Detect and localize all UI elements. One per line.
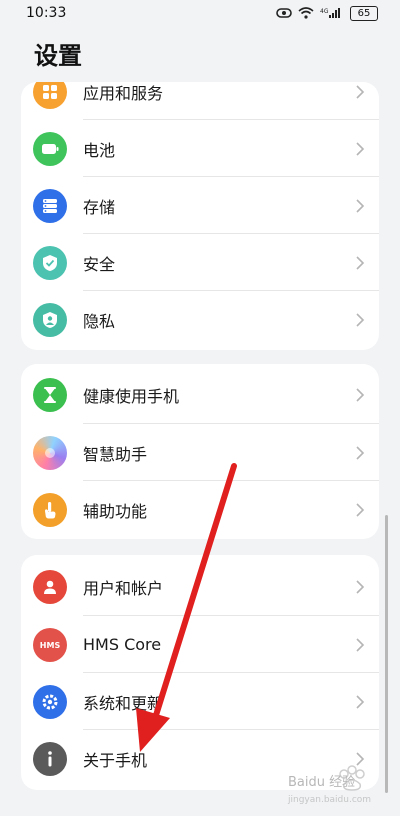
assistant-icon: [33, 435, 67, 470]
baidu-watermark: Baidu 经验 jingyan.baidu.com: [280, 760, 390, 808]
watermark-sub: jingyan.baidu.com: [287, 795, 371, 805]
battery-icon: [33, 131, 67, 166]
settings-item-label: 用户和帐户: [83, 578, 164, 598]
user-icon: [33, 569, 67, 604]
settings-item-apps-services[interactable]: 应用和服务: [21, 82, 379, 120]
settings-item-digital-balance[interactable]: 健康使用手机: [21, 366, 379, 423]
settings-item-battery[interactable]: 电池: [21, 120, 379, 177]
chevron-right-icon: [356, 445, 365, 460]
status-bar: 10:33 4G 65: [0, 0, 400, 26]
chevron-right-icon: [356, 637, 365, 652]
settings-item-security[interactable]: 安全: [21, 234, 379, 291]
apps-icon: [33, 82, 67, 109]
chevron-right-icon: [356, 141, 365, 156]
settings-item-label: 电池: [83, 140, 116, 160]
storage-icon: [33, 188, 67, 223]
settings-item-users-accounts[interactable]: 用户和帐户: [21, 558, 379, 615]
chevron-right-icon: [356, 502, 365, 517]
info-icon: [33, 741, 67, 776]
battery-indicator: 65: [350, 5, 378, 21]
accessibility-icon: [33, 492, 67, 527]
settings-item-system-update[interactable]: 系统和更新: [21, 673, 379, 730]
chevron-right-icon: [356, 579, 365, 594]
settings-item-label: HMS Core: [83, 635, 162, 654]
cellular-signal-icon: 4G: [320, 8, 340, 18]
chevron-right-icon: [356, 387, 365, 402]
settings-group-2: 健康使用手机 智慧助手 辅助功能: [21, 364, 379, 539]
settings-item-label: 隐私: [83, 311, 116, 331]
settings-item-privacy[interactable]: 隐私: [21, 291, 379, 348]
wifi-icon: [298, 7, 314, 19]
settings-item-label: 应用和服务: [83, 83, 164, 103]
settings-update-icon: [33, 684, 67, 719]
hms-icon: HMS: [33, 627, 67, 662]
page-title: 设置: [34, 42, 82, 70]
settings-item-label: 辅助功能: [83, 501, 148, 521]
chevron-right-icon: [356, 84, 365, 99]
settings-item-storage[interactable]: 存储: [21, 177, 379, 234]
privacy-icon: [33, 302, 67, 337]
settings-item-smart-assistant[interactable]: 智慧助手: [21, 424, 379, 481]
settings-item-label: 关于手机: [83, 750, 148, 770]
settings-group-3: 用户和帐户 HMS HMS Core 系统和更新 关于手机: [21, 555, 379, 790]
settings-group-1: 应用和服务 电池 存储 安全 隐私: [21, 82, 379, 350]
svg-text:HMS: HMS: [40, 641, 61, 650]
status-time: 10:33: [26, 5, 67, 21]
chevron-right-icon: [356, 312, 365, 327]
settings-item-accessibility[interactable]: 辅助功能: [21, 481, 379, 538]
settings-item-label: 健康使用手机: [83, 386, 180, 406]
settings-item-label: 智慧助手: [83, 444, 148, 464]
settings-item-hms-core[interactable]: HMS HMS Core: [21, 616, 379, 673]
status-icons: 4G 65: [276, 5, 378, 21]
settings-item-label: 存储: [83, 197, 116, 217]
chevron-right-icon: [356, 198, 365, 213]
chevron-right-icon: [356, 694, 365, 709]
signal-label: 4G: [320, 8, 329, 15]
watermark-text: Baidu 经验: [288, 774, 355, 790]
hourglass-icon: [33, 377, 67, 412]
shield-icon: [33, 245, 67, 280]
settings-item-label: 系统和更新: [83, 693, 164, 713]
nfc-icon: [276, 8, 292, 18]
scrollbar[interactable]: [385, 515, 388, 793]
settings-item-label: 安全: [83, 254, 116, 274]
chevron-right-icon: [356, 255, 365, 270]
